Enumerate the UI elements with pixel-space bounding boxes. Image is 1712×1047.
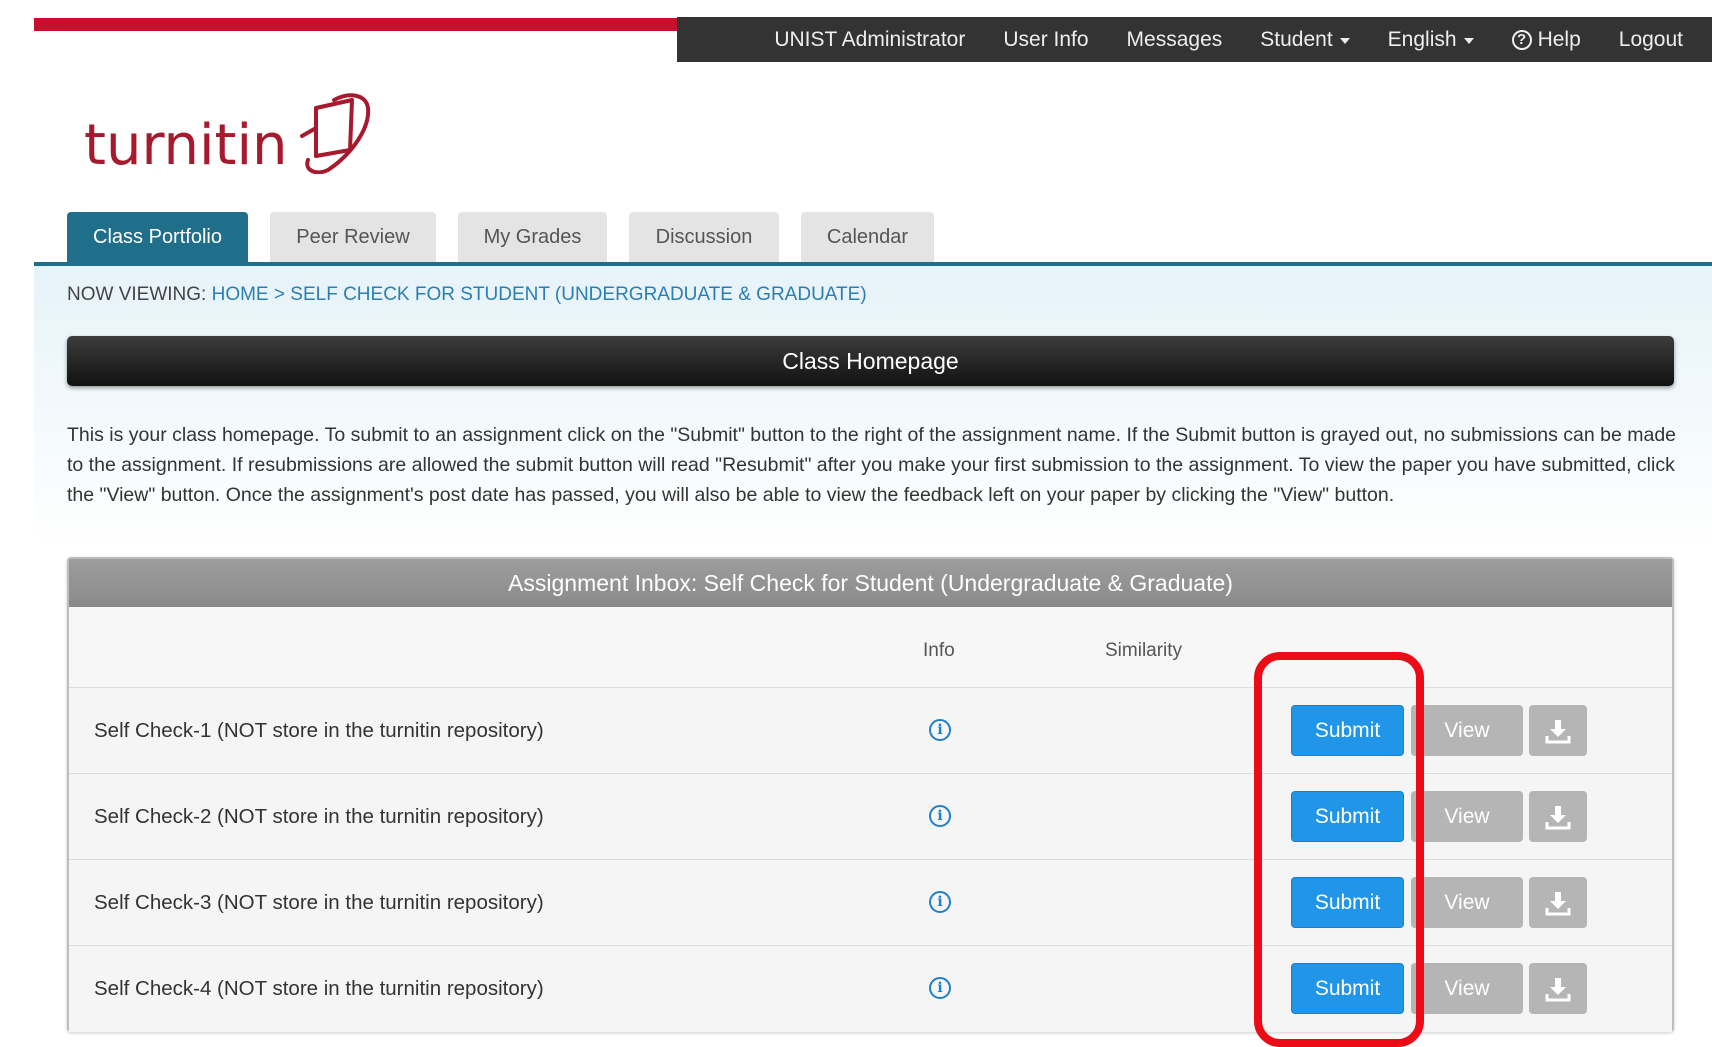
top-red-accent-line <box>34 18 677 31</box>
assignment-title: Self Check-1 (NOT store in the turnitin … <box>94 719 544 742</box>
breadcrumb-prefix: NOW VIEWING: <box>67 284 207 305</box>
nav-help[interactable]: ? Help <box>1493 28 1600 52</box>
caret-down-icon <box>1463 37 1474 44</box>
download-icon <box>1545 719 1571 743</box>
download-icon <box>1545 977 1571 1001</box>
info-circle-icon[interactable]: i <box>929 891 951 913</box>
download-button[interactable] <box>1529 963 1587 1014</box>
download-icon <box>1545 805 1571 829</box>
nav-logout[interactable]: Logout <box>1600 28 1702 52</box>
download-button[interactable] <box>1529 705 1587 756</box>
nav-user-name[interactable]: UNIST Administrator <box>755 28 984 52</box>
logo-page-icon <box>299 93 370 174</box>
nav-messages[interactable]: Messages <box>1108 28 1242 52</box>
question-circle-icon: ? <box>1511 29 1532 50</box>
info-circle-icon[interactable]: i <box>929 719 951 741</box>
tab-peer-review[interactable]: Peer Review <box>270 212 436 262</box>
column-header-similarity: Similarity <box>1105 640 1183 661</box>
nav-role-dropdown[interactable]: Student <box>1241 28 1368 52</box>
turnitin-logo[interactable]: turnitin <box>84 88 380 174</box>
nav-language-label: English <box>1387 27 1457 51</box>
view-button[interactable]: View <box>1411 705 1523 756</box>
tab-class-portfolio[interactable]: Class Portfolio <box>67 212 248 262</box>
view-button[interactable]: View <box>1411 963 1523 1014</box>
nav-help-label: Help <box>1537 27 1581 51</box>
top-navigation-bar: UNIST Administrator User Info Messages S… <box>677 17 1712 62</box>
column-header-info: Info <box>923 640 955 661</box>
assignment-inbox: Assignment Inbox: Self Check for Student… <box>67 557 1674 1032</box>
assignment-table-header: Info Similarity <box>69 607 1672 688</box>
download-button[interactable] <box>1529 877 1587 928</box>
assignment-row: Self Check-1 (NOT store in the turnitin … <box>69 688 1672 774</box>
info-circle-icon[interactable]: i <box>929 977 951 999</box>
assignment-title: Self Check-2 (NOT store in the turnitin … <box>94 805 544 828</box>
tab-my-grades[interactable]: My Grades <box>458 212 607 262</box>
caret-down-icon <box>1339 37 1350 44</box>
download-icon <box>1545 891 1571 915</box>
tab-discussion[interactable]: Discussion <box>629 212 779 262</box>
nav-role-label: Student <box>1260 27 1333 51</box>
class-homepage-instructions: This is your class homepage. To submit t… <box>67 424 1677 506</box>
assignment-inbox-title: Assignment Inbox: Self Check for Student… <box>69 559 1672 607</box>
view-button[interactable]: View <box>1411 877 1523 928</box>
class-homepage-header: Class Homepage <box>67 336 1674 386</box>
breadcrumb: NOW VIEWING: HOME > SELF CHECK FOR STUDE… <box>67 284 867 306</box>
info-circle-icon[interactable]: i <box>929 805 951 827</box>
download-button[interactable] <box>1529 791 1587 842</box>
assignment-row: Self Check-4 (NOT store in the turnitin … <box>69 946 1672 1032</box>
breadcrumb-home-link[interactable]: HOME <box>212 284 269 305</box>
nav-user-info[interactable]: User Info <box>984 28 1107 52</box>
breadcrumb-separator: > <box>273 284 285 305</box>
submit-column-highlight <box>1254 652 1424 1047</box>
nav-language-dropdown[interactable]: English <box>1369 28 1493 52</box>
logo-wordmark: turnitin <box>84 113 288 178</box>
assignment-row: Self Check-2 (NOT store in the turnitin … <box>69 774 1672 860</box>
tab-calendar[interactable]: Calendar <box>801 212 934 262</box>
assignment-title: Self Check-4 (NOT store in the turnitin … <box>94 977 544 1000</box>
class-homepage-title: Class Homepage <box>782 347 959 374</box>
breadcrumb-current-class[interactable]: SELF CHECK FOR STUDENT (UNDERGRADUATE & … <box>290 284 866 305</box>
assignment-row: Self Check-3 (NOT store in the turnitin … <box>69 860 1672 946</box>
assignment-title: Self Check-3 (NOT store in the turnitin … <box>94 891 544 914</box>
main-tabs: Class Portfolio Peer Review My Grades Di… <box>67 212 956 262</box>
view-button[interactable]: View <box>1411 791 1523 842</box>
tab-underline <box>34 262 1712 266</box>
